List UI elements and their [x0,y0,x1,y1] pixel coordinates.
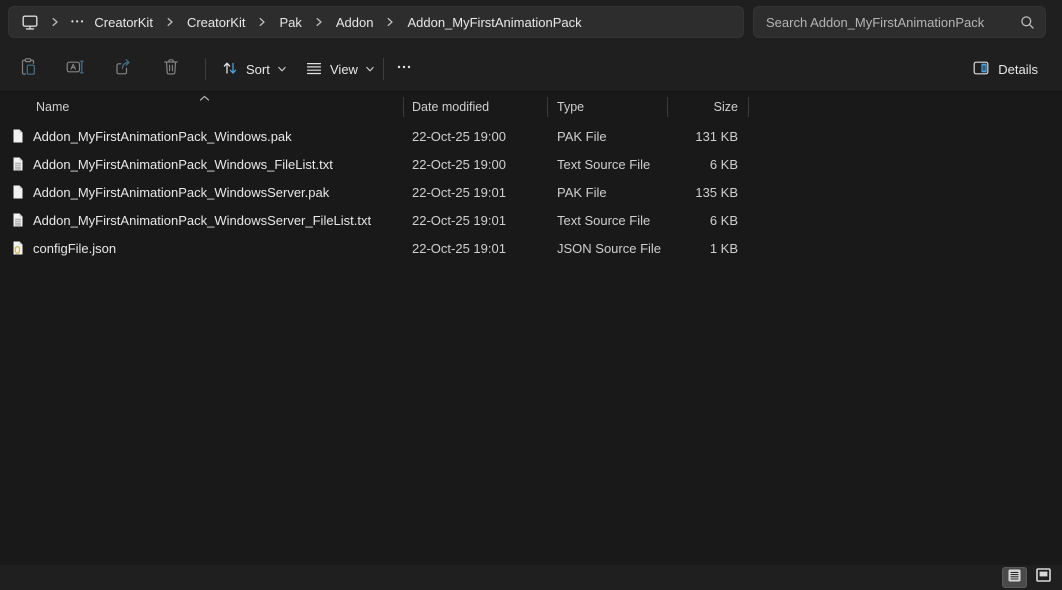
blank-file-icon [10,184,26,200]
column-headers: Name Date modified Type Size [0,92,1062,122]
file-size: 6 KB [667,213,748,228]
title-bar: ••• CreatorKit CreatorKit Pak Addon Addo… [0,0,1062,46]
breadcrumb-item-1[interactable]: CreatorKit [182,12,251,33]
chevron-down-icon [277,62,287,77]
file-size: 6 KB [667,157,748,172]
delete-button[interactable] [151,53,191,85]
rename-button[interactable] [55,53,95,85]
file-date-modified: 22-Oct-25 19:00 [403,129,547,144]
blank-file-icon [10,128,26,144]
more-ellipsis-icon [396,59,412,80]
column-header-type[interactable]: Type [547,100,667,114]
column-separator[interactable] [748,97,749,117]
column-separator[interactable] [403,97,404,117]
file-size: 131 KB [667,129,748,144]
file-type: Text Source File [547,213,667,228]
view-label: View [330,62,358,77]
chevron-right-icon [165,17,175,27]
text-file-icon [10,156,26,172]
view-button[interactable]: View [296,53,384,85]
breadcrumb-item-0[interactable]: CreatorKit [89,12,158,33]
trash-icon [161,57,181,82]
file-type: PAK File [547,185,667,200]
file-size: 1 KB [667,241,748,256]
sort-button[interactable]: Sort [212,53,296,85]
file-row[interactable]: Addon_MyFirstAnimationPack_Windows_FileL… [0,150,1062,178]
file-explorer-window: ••• CreatorKit CreatorKit Pak Addon Addo… [0,0,1062,590]
file-date-modified: 22-Oct-25 19:01 [403,241,547,256]
large-icons-view-toggle-button[interactable] [1031,567,1056,588]
view-lines-icon [305,59,323,80]
breadcrumb-item-2[interactable]: Pak [274,12,306,33]
column-header-size[interactable]: Size [667,100,748,114]
file-size: 135 KB [667,185,748,200]
column-separator[interactable] [667,97,668,117]
chevron-right-icon [257,17,267,27]
breadcrumb-overflow-button[interactable]: ••• [67,6,89,38]
sort-arrows-icon [221,59,239,80]
rename-icon [65,57,85,82]
search-input[interactable] [754,15,1020,30]
chevron-down-icon [365,62,375,77]
command-bar: Sort View [0,46,1062,92]
file-type: Text Source File [547,157,667,172]
this-pc-breadcrumb[interactable] [17,11,43,34]
file-date-modified: 22-Oct-25 19:00 [403,157,547,172]
file-name: Addon_MyFirstAnimationPack_WindowsServer… [33,213,371,228]
column-header-date-modified[interactable]: Date modified [403,100,547,114]
thumbnail-view-icon [1036,568,1051,587]
file-row[interactable]: Addon_MyFirstAnimationPack_WindowsServer… [0,206,1062,234]
share-button[interactable] [103,53,143,85]
breadcrumb-item-3[interactable]: Addon [331,12,379,33]
sort-ascending-caret-icon [199,91,210,105]
see-more-button[interactable] [388,53,420,85]
file-date-modified: 22-Oct-25 19:01 [403,213,547,228]
search-box[interactable] [753,6,1046,38]
text-file-icon [10,212,26,228]
file-row[interactable]: Addon_MyFirstAnimationPack_WindowsServer… [0,178,1062,206]
details-pane-icon [972,59,990,80]
chevron-right-icon [314,17,324,27]
paste-button[interactable] [8,53,48,85]
file-list-area: Name Date modified Type Size Addon_MyFir… [0,92,1062,565]
paste-icon [18,57,38,82]
chevron-right-icon [50,17,60,27]
file-type: JSON Source File [547,241,667,256]
file-name: Addon_MyFirstAnimationPack_Windows.pak [33,129,292,144]
file-row[interactable]: Addon_MyFirstAnimationPack_Windows.pak 2… [0,122,1062,150]
toolbar-divider [383,58,384,80]
json-file-icon [10,240,26,256]
sort-label: Sort [246,62,270,77]
details-pane-button[interactable]: Details [964,53,1046,85]
search-icon [1020,15,1035,30]
details-label: Details [998,62,1038,77]
details-view-toggle-button[interactable] [1002,567,1027,588]
breadcrumb-item-4[interactable]: Addon_MyFirstAnimationPack [402,12,586,33]
share-icon [113,57,133,82]
file-type: PAK File [547,129,667,144]
file-row[interactable]: configFile.json 22-Oct-25 19:01 JSON Sou… [0,234,1062,262]
status-bar [0,565,1062,590]
file-name: Addon_MyFirstAnimationPack_Windows_FileL… [33,157,333,172]
address-bar[interactable]: ••• CreatorKit CreatorKit Pak Addon Addo… [8,6,744,38]
file-name: Addon_MyFirstAnimationPack_WindowsServer… [33,185,329,200]
chevron-right-icon [385,17,395,27]
file-date-modified: 22-Oct-25 19:01 [403,185,547,200]
column-separator[interactable] [547,97,548,117]
list-view-icon [1008,569,1021,587]
file-name: configFile.json [33,241,116,256]
monitor-icon [21,13,39,34]
toolbar-divider [205,58,206,80]
